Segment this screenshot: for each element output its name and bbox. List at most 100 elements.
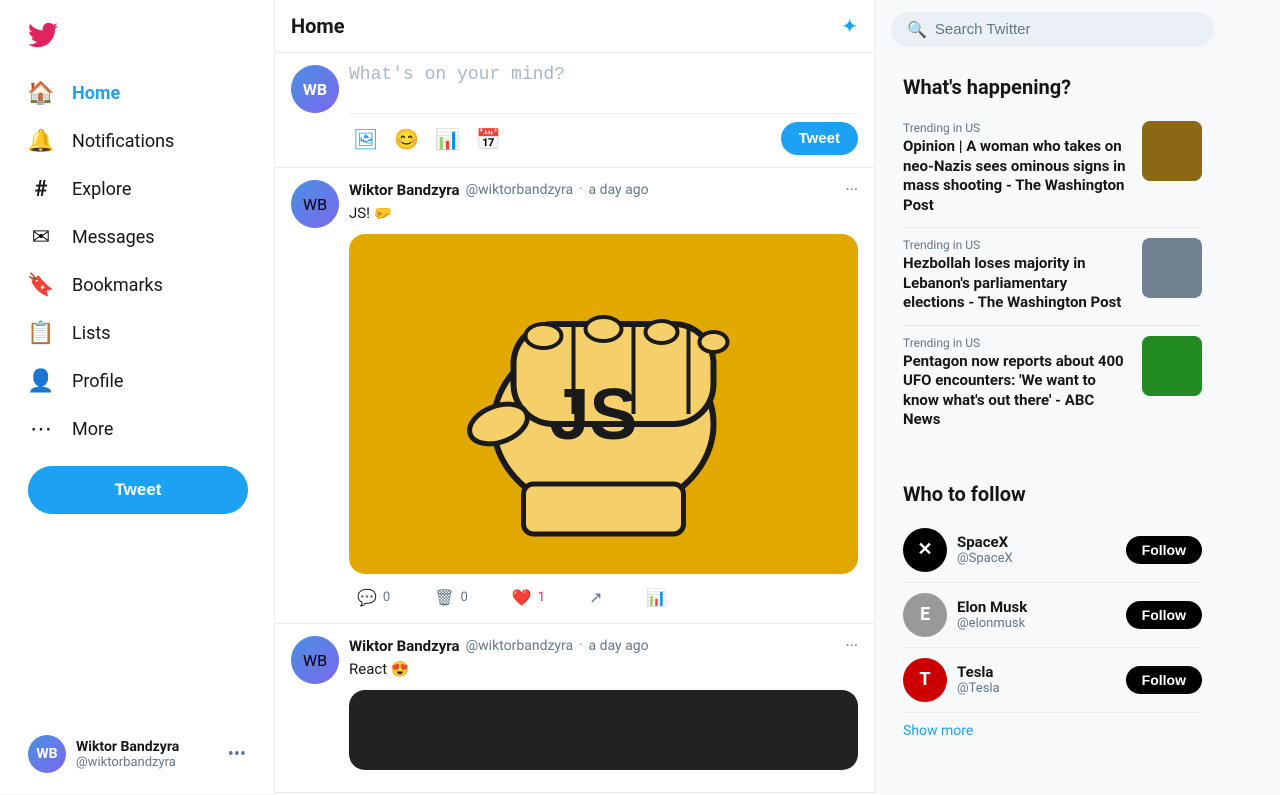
sparkles-icon[interactable]: ✦ [841, 14, 858, 38]
who-to-follow-section: Who to follow ✕ SpaceX @SpaceX Follow E … [891, 470, 1214, 761]
svg-text:JS: JS [549, 375, 637, 455]
compose-area: WB 🖼 😊 📊 📅 Tweet [275, 53, 874, 168]
avatar: ✕ [903, 528, 947, 572]
avatar: E [903, 593, 947, 637]
avatar: WB [291, 180, 339, 228]
twitter-logo [12, 8, 262, 66]
trend-thumbnail [1142, 121, 1202, 181]
bookmarks-icon: 🔖 [28, 272, 54, 298]
trend-location: Trending in US [903, 238, 1132, 252]
search-icon: 🔍 [907, 20, 927, 39]
sidebar-item-more[interactable]: ⋯ More [12, 406, 262, 452]
comment-icon: 💬 [357, 588, 377, 607]
follow-button[interactable]: Follow [1126, 536, 1202, 564]
follow-item: E Elon Musk @elonmusk Follow [903, 583, 1202, 648]
trend-thumbnail [1142, 336, 1202, 396]
follow-name: SpaceX [957, 533, 1116, 551]
like-button[interactable]: ❤️ 1 [504, 584, 553, 611]
avatar: WB [291, 636, 339, 684]
messages-icon: ✉ [28, 224, 54, 250]
tweet-author-name: Wiktor Bandzyra [349, 181, 460, 199]
follow-button[interactable]: Follow [1126, 666, 1202, 694]
follow-name: Tesla [957, 663, 1116, 681]
tweet-submit-button[interactable]: Tweet [781, 122, 858, 155]
avatar: WB [28, 735, 66, 773]
who-to-follow-title: Who to follow [903, 482, 1202, 506]
trend-title: Opinion | A woman who takes on neo-Nazis… [903, 137, 1132, 215]
sidebar-item-home[interactable]: 🏠 Home [12, 70, 262, 116]
main-feed: Home ✦ WB 🖼 😊 📊 📅 Tweet WB Wiktor Bandzy… [275, 0, 875, 793]
notifications-icon: 🔔 [28, 128, 54, 154]
sidebar: 🏠 Home 🔔 Notifications # Explore ✉ Messa… [0, 0, 275, 793]
whats-happening-title: What's happening? [903, 75, 1202, 99]
compose-avatar: WB [291, 65, 339, 113]
page-title: Home [291, 14, 345, 38]
emoji-icon[interactable]: 😊 [390, 123, 423, 155]
trend-item[interactable]: Trending in US Hezbollah loses majority … [903, 228, 1202, 326]
follow-item: T Tesla @Tesla Follow [903, 648, 1202, 713]
show-more-link[interactable]: Show more [903, 713, 1202, 749]
lists-icon: 📋 [28, 320, 54, 346]
sidebar-item-profile[interactable]: 👤 Profile [12, 358, 262, 404]
main-nav: 🏠 Home 🔔 Notifications # Explore ✉ Messa… [12, 70, 262, 454]
follow-handle: @SpaceX [957, 551, 1116, 566]
tweet-image: JS [349, 234, 858, 574]
sidebar-item-lists[interactable]: 📋 Lists [12, 310, 262, 356]
follow-handle: @elonmusk [957, 616, 1116, 631]
tweet-text: React 😍 [349, 659, 858, 680]
heart-icon: ❤️ [512, 588, 532, 607]
right-sidebar: 🔍 What's happening? Trending in US Opini… [875, 0, 1230, 793]
tweet-image [349, 690, 858, 770]
profile-icon: 👤 [28, 368, 54, 394]
sidebar-user-name: Wiktor Bandzyra [76, 739, 218, 755]
tweet-button[interactable]: Tweet [28, 466, 248, 514]
sidebar-item-explore[interactable]: # Explore [12, 166, 262, 212]
chart-icon: 📊 [647, 588, 667, 607]
explore-icon: # [28, 176, 54, 202]
schedule-icon[interactable]: 📅 [472, 123, 505, 155]
home-icon: 🏠 [28, 80, 54, 106]
sidebar-item-notifications[interactable]: 🔔 Notifications [12, 118, 262, 164]
retweet-icon: 🗑 [434, 588, 454, 607]
tweet-more-button[interactable]: ··· [845, 636, 858, 655]
compose-input[interactable] [349, 65, 858, 105]
tweet-item[interactable]: WB Wiktor Bandzyra @wiktorbandzyra · a d… [275, 168, 874, 624]
search-box: 🔍 [891, 12, 1214, 47]
main-header: Home ✦ [275, 0, 874, 53]
tweet-text: JS! 🤛 [349, 203, 858, 224]
tweet-time: a day ago [589, 638, 649, 654]
trend-item[interactable]: Trending in US Opinion | A woman who tak… [903, 111, 1202, 228]
sidebar-user[interactable]: WB Wiktor Bandzyra @wiktorbandzyra ••• [12, 723, 262, 785]
tweet-actions: 💬 0 🗑 0 ❤️ 1 ↗ 📊 [349, 584, 858, 611]
trend-location: Trending in US [903, 121, 1132, 135]
sidebar-item-messages[interactable]: ✉ Messages [12, 214, 262, 260]
poll-icon[interactable]: 📊 [431, 123, 464, 155]
avatar: T [903, 658, 947, 702]
image-upload-icon[interactable]: 🖼 [349, 123, 382, 155]
whats-happening-section: What's happening? Trending in US Opinion… [891, 63, 1214, 454]
trend-thumbnail [1142, 238, 1202, 298]
follow-name: Elon Musk [957, 598, 1116, 616]
tweet-author-name: Wiktor Bandzyra [349, 637, 460, 655]
sidebar-item-bookmarks[interactable]: 🔖 Bookmarks [12, 262, 262, 308]
trend-title: Pentagon now reports about 400 UFO encou… [903, 352, 1132, 430]
share-button[interactable]: ↗ [581, 584, 610, 611]
retweet-button[interactable]: 🗑 0 [426, 584, 476, 611]
comment-button[interactable]: 💬 0 [349, 584, 398, 611]
follow-button[interactable]: Follow [1126, 601, 1202, 629]
tweet-more-button[interactable]: ··· [845, 180, 858, 199]
trend-item[interactable]: Trending in US Pentagon now reports abou… [903, 326, 1202, 442]
follow-item: ✕ SpaceX @SpaceX Follow [903, 518, 1202, 583]
tweet-author-handle: @wiktorbandzyra [466, 638, 574, 654]
share-icon: ↗ [589, 588, 602, 607]
search-input[interactable] [935, 21, 1198, 38]
more-icon: ⋯ [28, 416, 54, 442]
analytics-button[interactable]: 📊 [639, 584, 675, 611]
follow-handle: @Tesla [957, 681, 1116, 696]
tweet-item[interactable]: WB Wiktor Bandzyra @wiktorbandzyra · a d… [275, 624, 874, 793]
trend-title: Hezbollah loses majority in Lebanon's pa… [903, 254, 1132, 313]
user-more-icon: ••• [228, 744, 246, 765]
trend-location: Trending in US [903, 336, 1132, 350]
sidebar-user-handle: @wiktorbandzyra [76, 755, 218, 770]
tweet-author-handle: @wiktorbandzyra [466, 182, 574, 198]
